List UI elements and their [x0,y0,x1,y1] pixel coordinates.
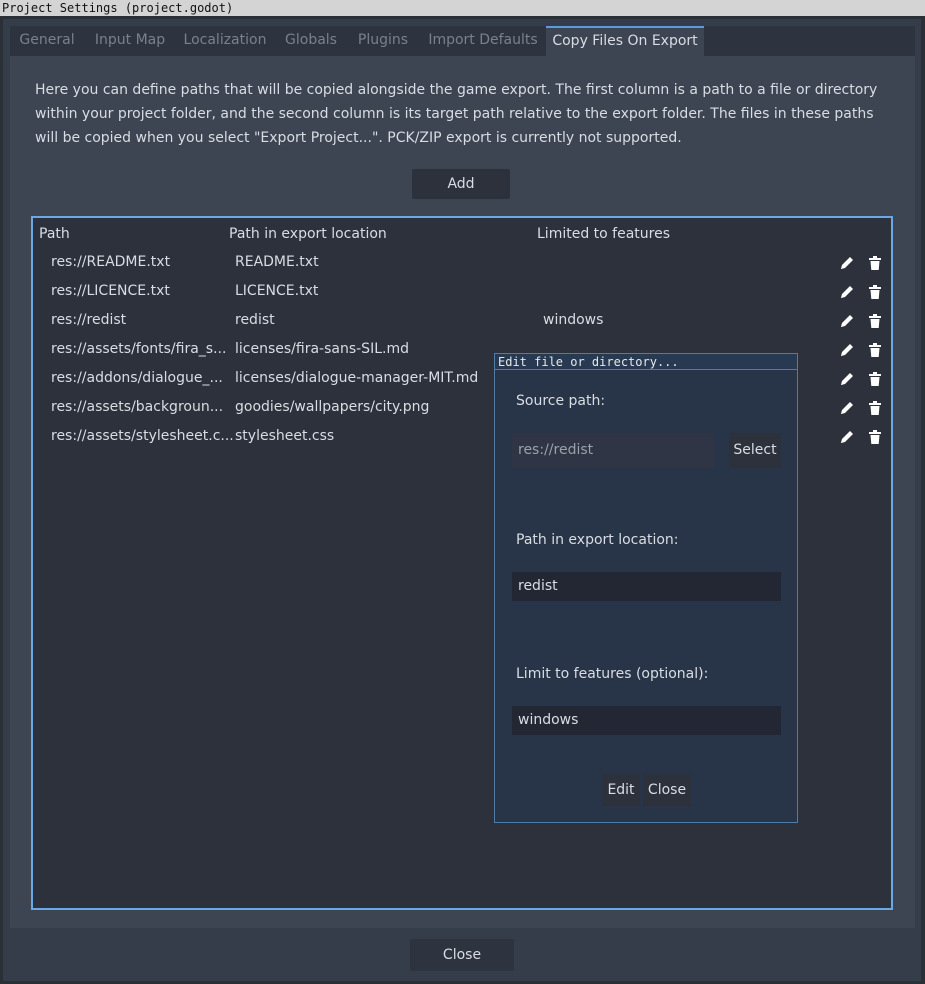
features-label: Limit to features (optional): [516,666,709,682]
source-path-label: Source path: [516,393,606,409]
column-header-export-path[interactable]: Path in export location [229,226,387,242]
row-path: res://addons/dialogue_... [51,370,223,386]
tab-input-map[interactable]: Input Map [86,26,174,56]
trash-icon[interactable] [867,342,883,358]
add-button[interactable]: Add [412,169,510,199]
close-button[interactable]: Close [410,939,514,971]
tab-import-defaults[interactable]: Import Defaults [420,26,546,56]
tab-plugins[interactable]: Plugins [348,26,418,56]
pencil-icon[interactable] [839,371,855,387]
pencil-icon[interactable] [839,284,855,300]
dialog-close-button[interactable]: Close [643,774,691,806]
pencil-icon[interactable] [839,400,855,416]
tab-general[interactable]: General [10,26,84,56]
source-path-field[interactable]: res://redist [512,433,714,468]
edit-button[interactable]: Edit [602,774,640,806]
row-path: res://assets/stylesheet.c... [51,428,234,444]
trash-icon[interactable] [867,284,883,300]
trash-icon[interactable] [867,371,883,387]
table-row[interactable]: res://redist redist windows [33,308,891,337]
row-path: res://assets/fonts/fira_s... [51,341,227,357]
trash-icon[interactable] [867,429,883,445]
dialog-title: Edit file or directory... [495,354,797,370]
export-path-label: Path in export location: [516,532,679,548]
row-export-path: README.txt [235,254,319,270]
row-path: res://README.txt [51,254,171,270]
pencil-icon[interactable] [839,313,855,329]
table-row[interactable]: res://LICENCE.txt LICENCE.txt [33,279,891,308]
pencil-icon[interactable] [839,429,855,445]
row-path: res://LICENCE.txt [51,283,170,299]
pencil-icon[interactable] [839,255,855,271]
column-header-path[interactable]: Path [39,226,70,242]
trash-icon[interactable] [867,255,883,271]
row-export-path: licenses/fira-sans-SIL.md [235,341,409,357]
row-path: res://redist [51,312,127,328]
edit-dialog: Edit file or directory... Source path: r… [494,353,798,823]
window-title: Project Settings (project.godot) [0,0,925,16]
trash-icon[interactable] [867,400,883,416]
row-export-path: redist [235,312,275,328]
tab-copy-files-on-export[interactable]: Copy Files On Export [546,26,704,56]
tab-globals[interactable]: Globals [276,26,346,56]
table-row[interactable]: res://README.txt README.txt [33,250,891,279]
tab-localization[interactable]: Localization [178,26,272,56]
description-text: Here you can define paths that will be c… [35,82,878,146]
row-path: res://assets/backgroun... [51,399,224,415]
tab-bar: General Input Map Localization Globals P… [10,26,915,56]
select-button[interactable]: Select [729,433,781,468]
column-header-features[interactable]: Limited to features [537,226,670,242]
row-export-path: licenses/dialogue-manager-MIT.md [235,370,479,386]
row-features: windows [543,312,604,328]
row-export-path: stylesheet.css [235,428,335,444]
export-path-field[interactable]: redist [512,572,781,601]
row-export-path: LICENCE.txt [235,283,319,299]
pencil-icon[interactable] [839,342,855,358]
trash-icon[interactable] [867,313,883,329]
row-export-path: goodies/wallpapers/city.png [235,399,430,415]
features-field[interactable]: windows [512,706,781,735]
